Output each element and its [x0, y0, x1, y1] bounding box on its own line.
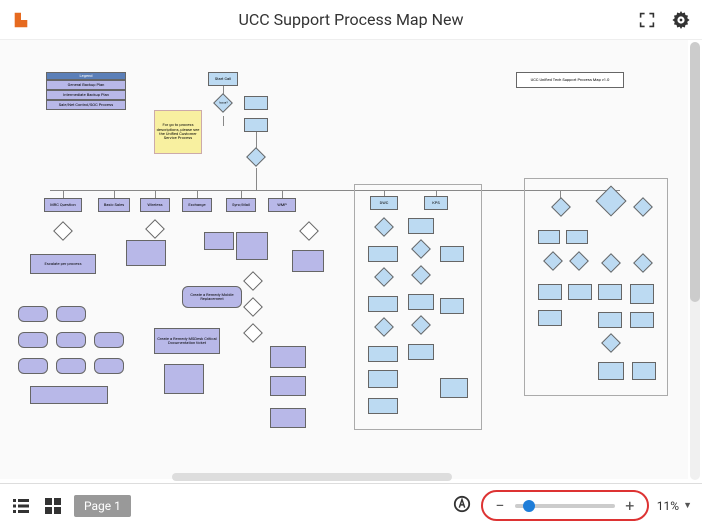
decision-node: [243, 297, 263, 317]
decision-node: [53, 221, 73, 241]
process-node: [56, 332, 86, 348]
legend-item: Sale/Net Control/SOC Process: [46, 100, 126, 110]
doc-info-box: UCC Unified Tech Support Process Map v1.…: [516, 72, 624, 88]
fullscreen-icon[interactable]: [638, 11, 656, 29]
gear-icon[interactable]: [672, 11, 690, 29]
process-node: [244, 118, 268, 132]
process-node: [164, 364, 204, 394]
process-node: [94, 332, 124, 348]
category-node: Sync/Mail: [226, 198, 256, 212]
category-node: Basic Sales: [98, 198, 130, 212]
header: UCC Support Process Map New: [0, 0, 702, 40]
process-node: [270, 376, 306, 396]
process-node: [270, 346, 306, 368]
sticky-note: For go to process descriptions, please s…: [154, 110, 202, 154]
decision-node: Issue?: [213, 93, 233, 113]
category-node: WMP: [268, 198, 296, 212]
vertical-scrollbar[interactable]: [690, 42, 700, 480]
logo-icon: [12, 11, 30, 29]
vertical-scrollbar-thumb[interactable]: [690, 42, 700, 302]
zoom-value: 11%: [657, 499, 679, 513]
zoom-controls: − +: [481, 490, 649, 521]
process-node: [18, 358, 48, 374]
page-tab[interactable]: Page 1: [74, 495, 131, 517]
start-node: Start Call: [208, 72, 238, 86]
category-node: Wireless: [140, 198, 170, 212]
zoom-slider[interactable]: [515, 504, 615, 508]
process-node: Create a Remedy MSDesk Critical Document…: [154, 328, 220, 354]
group-frame: [524, 178, 668, 396]
legend-title: Legend: [46, 72, 126, 80]
diagram-canvas[interactable]: Legend General Backup Plan Intermediate …: [0, 40, 688, 479]
footer: Page 1 − + 11% ▼: [0, 483, 702, 527]
process-node: [126, 240, 166, 266]
process-node: [94, 358, 124, 374]
decision-node: [246, 147, 266, 167]
horizontal-scrollbar[interactable]: [172, 473, 452, 481]
decision-node: [145, 219, 165, 239]
process-node: [30, 386, 108, 404]
legend-item: General Backup Plan: [46, 80, 126, 90]
process-node: [56, 306, 86, 322]
list-view-icon[interactable]: [10, 495, 32, 517]
zoom-out-button[interactable]: −: [493, 496, 507, 515]
process-node: [204, 232, 234, 250]
grid-view-icon[interactable]: [42, 495, 64, 517]
decision-node: [243, 271, 263, 291]
process-node: [56, 358, 86, 374]
legend-item: Intermediate Backup Plan: [46, 90, 126, 100]
autozoom-icon[interactable]: [453, 495, 471, 517]
zoom-in-button[interactable]: +: [623, 496, 637, 515]
decision-node: [299, 221, 319, 241]
process-node: Escalate per process: [30, 254, 96, 274]
process-node: [18, 306, 48, 322]
process-node: Create a Remedy Mobile Replacement: [182, 286, 242, 308]
process-node: [18, 332, 48, 348]
flowchart-diagram: Legend General Backup Plan Intermediate …: [0, 40, 688, 479]
group-frame: [354, 184, 482, 430]
document-title: UCC Support Process Map New: [239, 10, 464, 29]
category-node: MRC Question: [44, 198, 82, 212]
process-node: [292, 250, 324, 272]
zoom-dropdown-icon[interactable]: ▼: [683, 500, 692, 511]
zoom-slider-thumb[interactable]: [523, 500, 535, 512]
decision-node: [243, 323, 263, 343]
category-node: Exchange: [182, 198, 212, 212]
process-node: [270, 408, 306, 428]
process-node: [236, 232, 268, 260]
process-node: [244, 96, 268, 110]
